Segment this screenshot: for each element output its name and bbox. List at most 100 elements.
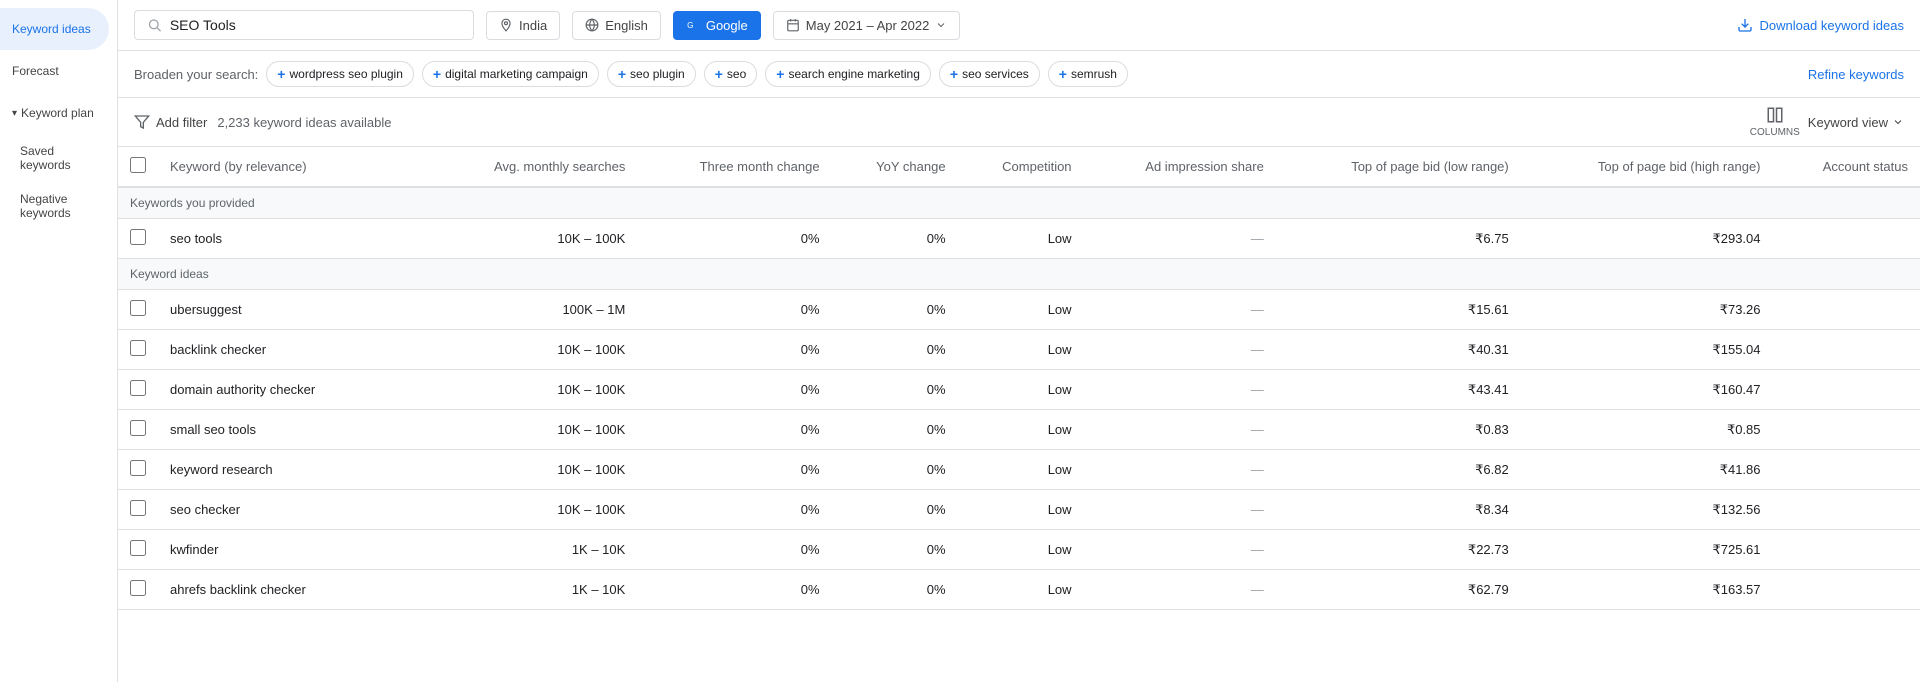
keyword-view-label: Keyword view	[1808, 115, 1888, 130]
th-account-status[interactable]: Account status	[1773, 147, 1920, 187]
broaden-chip-2[interactable]: + seo plugin	[607, 61, 696, 87]
download-icon	[1737, 17, 1753, 33]
plus-icon: +	[776, 66, 784, 82]
download-button[interactable]: Download keyword ideas	[1737, 17, 1904, 33]
th-competition[interactable]: Competition	[958, 147, 1084, 187]
search-input[interactable]	[170, 17, 461, 33]
keyword-cell: keyword research	[158, 450, 428, 490]
calendar-icon	[786, 18, 800, 32]
chevron-down-icon	[935, 19, 947, 31]
row-checkbox[interactable]	[130, 300, 146, 316]
view-toggle: COLUMNS Keyword view	[1750, 106, 1904, 138]
date-range-filter[interactable]: May 2021 – Apr 2022	[773, 11, 961, 40]
download-label: Download keyword ideas	[1759, 18, 1904, 33]
filter-bar: Add filter 2,233 keyword ideas available…	[118, 98, 1920, 147]
sidebar-item-label: Negative keywords	[20, 192, 71, 220]
broaden-chip-3[interactable]: + seo	[704, 61, 758, 87]
keyword-cell: kwfinder	[158, 530, 428, 570]
table-row: domain authority checker10K – 100K0%0%Lo…	[118, 370, 1920, 410]
broaden-chip-6[interactable]: + semrush	[1048, 61, 1128, 87]
broaden-chip-4[interactable]: + search engine marketing	[765, 61, 931, 87]
broaden-label: Broaden your search:	[134, 67, 258, 82]
sidebar-item-saved-keywords[interactable]: Saved keywords	[0, 134, 117, 182]
sidebar-item-label: Keyword plan	[21, 106, 94, 120]
keyword-cell: seo checker	[158, 490, 428, 530]
chip-label: seo plugin	[630, 67, 685, 81]
search-box[interactable]	[134, 10, 474, 40]
plus-icon: +	[618, 66, 626, 82]
dash-value: —	[1251, 462, 1264, 477]
location-icon	[499, 18, 513, 32]
chip-label: semrush	[1071, 67, 1117, 81]
sidebar-item-forecast[interactable]: Forecast	[0, 50, 109, 92]
columns-icon	[1766, 106, 1784, 124]
keyword-view-button[interactable]: Keyword view	[1808, 115, 1904, 130]
svg-text:G: G	[687, 21, 693, 30]
chip-label: seo services	[962, 67, 1029, 81]
keyword-cell: ahrefs backlink checker	[158, 570, 428, 610]
dash-value: —	[1251, 502, 1264, 517]
th-bid-low[interactable]: Top of page bid (low range)	[1276, 147, 1521, 187]
search-icon	[147, 17, 162, 33]
keyword-cell: seo tools	[158, 219, 428, 259]
dash-value: —	[1251, 231, 1264, 246]
table-row: seo checker10K – 100K0%0%Low—₹8.34₹132.5…	[118, 490, 1920, 530]
keyword-cell: backlink checker	[158, 330, 428, 370]
sidebar-item-label: Saved keywords	[20, 144, 71, 172]
broaden-chip-0[interactable]: + wordpress seo plugin	[266, 61, 414, 87]
dash-value: —	[1251, 302, 1264, 317]
keyword-cell: domain authority checker	[158, 370, 428, 410]
broaden-chip-1[interactable]: + digital marketing campaign	[422, 61, 599, 87]
plus-icon: +	[950, 66, 958, 82]
th-ad-impression[interactable]: Ad impression share	[1084, 147, 1276, 187]
sidebar: Keyword ideas Forecast ▾ Keyword plan Sa…	[0, 0, 118, 682]
row-checkbox[interactable]	[130, 420, 146, 436]
table-row: seo tools10K – 100K0%0%Low—₹6.75₹293.04	[118, 219, 1920, 259]
sidebar-item-keyword-ideas[interactable]: Keyword ideas	[0, 8, 109, 50]
th-bid-high[interactable]: Top of page bid (high range)	[1521, 147, 1773, 187]
date-range-label: May 2021 – Apr 2022	[806, 18, 930, 33]
refine-keywords-button[interactable]: Refine keywords	[1808, 67, 1904, 82]
row-checkbox[interactable]	[130, 540, 146, 556]
language-filter[interactable]: English	[572, 11, 661, 40]
chip-label: digital marketing campaign	[445, 67, 588, 81]
th-yoy[interactable]: YoY change	[832, 147, 958, 187]
row-checkbox[interactable]	[130, 380, 146, 396]
add-filter-button[interactable]: Add filter	[134, 114, 207, 130]
search-engine-filter[interactable]: G Google	[673, 11, 761, 40]
location-filter[interactable]: India	[486, 11, 560, 40]
th-three-month[interactable]: Three month change	[637, 147, 831, 187]
plus-icon: +	[277, 66, 285, 82]
th-select-all[interactable]	[118, 147, 158, 187]
select-all-checkbox[interactable]	[130, 157, 146, 173]
filter-count: 2,233 keyword ideas available	[217, 115, 391, 130]
row-checkbox[interactable]	[130, 580, 146, 596]
row-checkbox[interactable]	[130, 229, 146, 245]
add-filter-label: Add filter	[156, 115, 207, 130]
columns-label: COLUMNS	[1750, 127, 1800, 138]
row-checkbox[interactable]	[130, 460, 146, 476]
row-checkbox[interactable]	[130, 340, 146, 356]
dash-value: —	[1251, 582, 1264, 597]
sidebar-item-label: Keyword ideas	[12, 22, 91, 36]
th-avg-searches[interactable]: Avg. monthly searches	[428, 147, 638, 187]
th-keyword[interactable]: Keyword (by relevance)	[158, 147, 428, 187]
sidebar-item-keyword-plan[interactable]: ▾ Keyword plan	[0, 92, 109, 134]
sidebar-item-negative-keywords[interactable]: Negative keywords	[0, 182, 117, 230]
keyword-cell: small seo tools	[158, 410, 428, 450]
table-row: ubersuggest100K – 1M0%0%Low—₹15.61₹73.26	[118, 290, 1920, 330]
table-section-row: Keyword ideas	[118, 259, 1920, 290]
chevron-down-icon	[1892, 116, 1904, 128]
table-section-row: Keywords you provided	[118, 187, 1920, 219]
row-checkbox[interactable]	[130, 500, 146, 516]
broaden-chip-5[interactable]: + seo services	[939, 61, 1040, 87]
columns-button[interactable]: COLUMNS	[1750, 106, 1800, 138]
topbar: India English G Google May 2021 –	[118, 0, 1920, 51]
language-icon	[585, 18, 599, 32]
plus-icon: +	[715, 66, 723, 82]
broaden-bar: Broaden your search: + wordpress seo plu…	[118, 51, 1920, 98]
dash-value: —	[1251, 422, 1264, 437]
search-engine-label: Google	[706, 18, 748, 33]
chip-label: search engine marketing	[788, 67, 919, 81]
language-label: English	[605, 18, 648, 33]
